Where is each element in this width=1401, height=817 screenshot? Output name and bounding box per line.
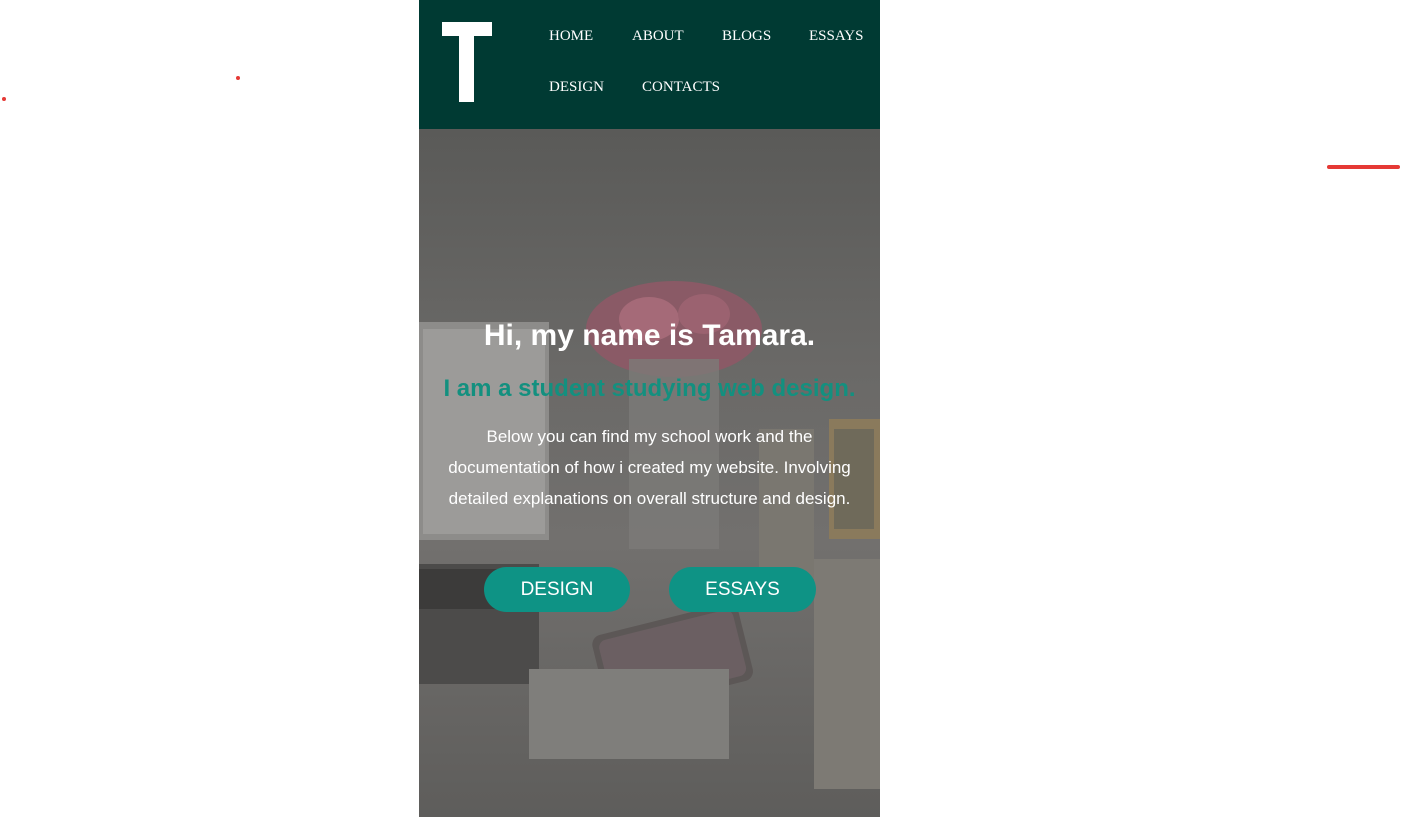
logo-t-icon[interactable] (442, 22, 492, 102)
nav-design-link[interactable]: DESIGN (549, 79, 604, 96)
hero-heading: Hi, my name is Tamara. (483, 319, 816, 352)
hero-intro-text: Below you can find my school work and th… (448, 427, 851, 508)
site-header: HOME ABOUT BLOGS ESSAYS DESIGN CONTACTS (419, 0, 880, 129)
nav-blogs-link[interactable]: BLOGS (722, 28, 771, 45)
browser-canvas: HOME ABOUT BLOGS ESSAYS DESIGN CONTACTS (0, 0, 1401, 817)
essays-button[interactable]: ESSAYS (669, 567, 816, 612)
site-viewport: HOME ABOUT BLOGS ESSAYS DESIGN CONTACTS (419, 0, 880, 817)
red-dash-mark (1327, 165, 1400, 169)
nav-contacts-link[interactable]: CONTACTS (642, 79, 720, 96)
red-dot-mark (236, 76, 240, 80)
nav-home-link[interactable]: HOME (549, 28, 593, 45)
nav-essays-link[interactable]: ESSAYS (809, 28, 863, 45)
red-dot-mark (2, 97, 6, 101)
hero-subheading: I am a student studying web design. (443, 375, 856, 402)
hero-section: Hi, my name is Tamara. I am a student st… (419, 129, 880, 817)
nav-about-link[interactable]: ABOUT (632, 28, 684, 45)
design-button[interactable]: DESIGN (484, 567, 630, 612)
